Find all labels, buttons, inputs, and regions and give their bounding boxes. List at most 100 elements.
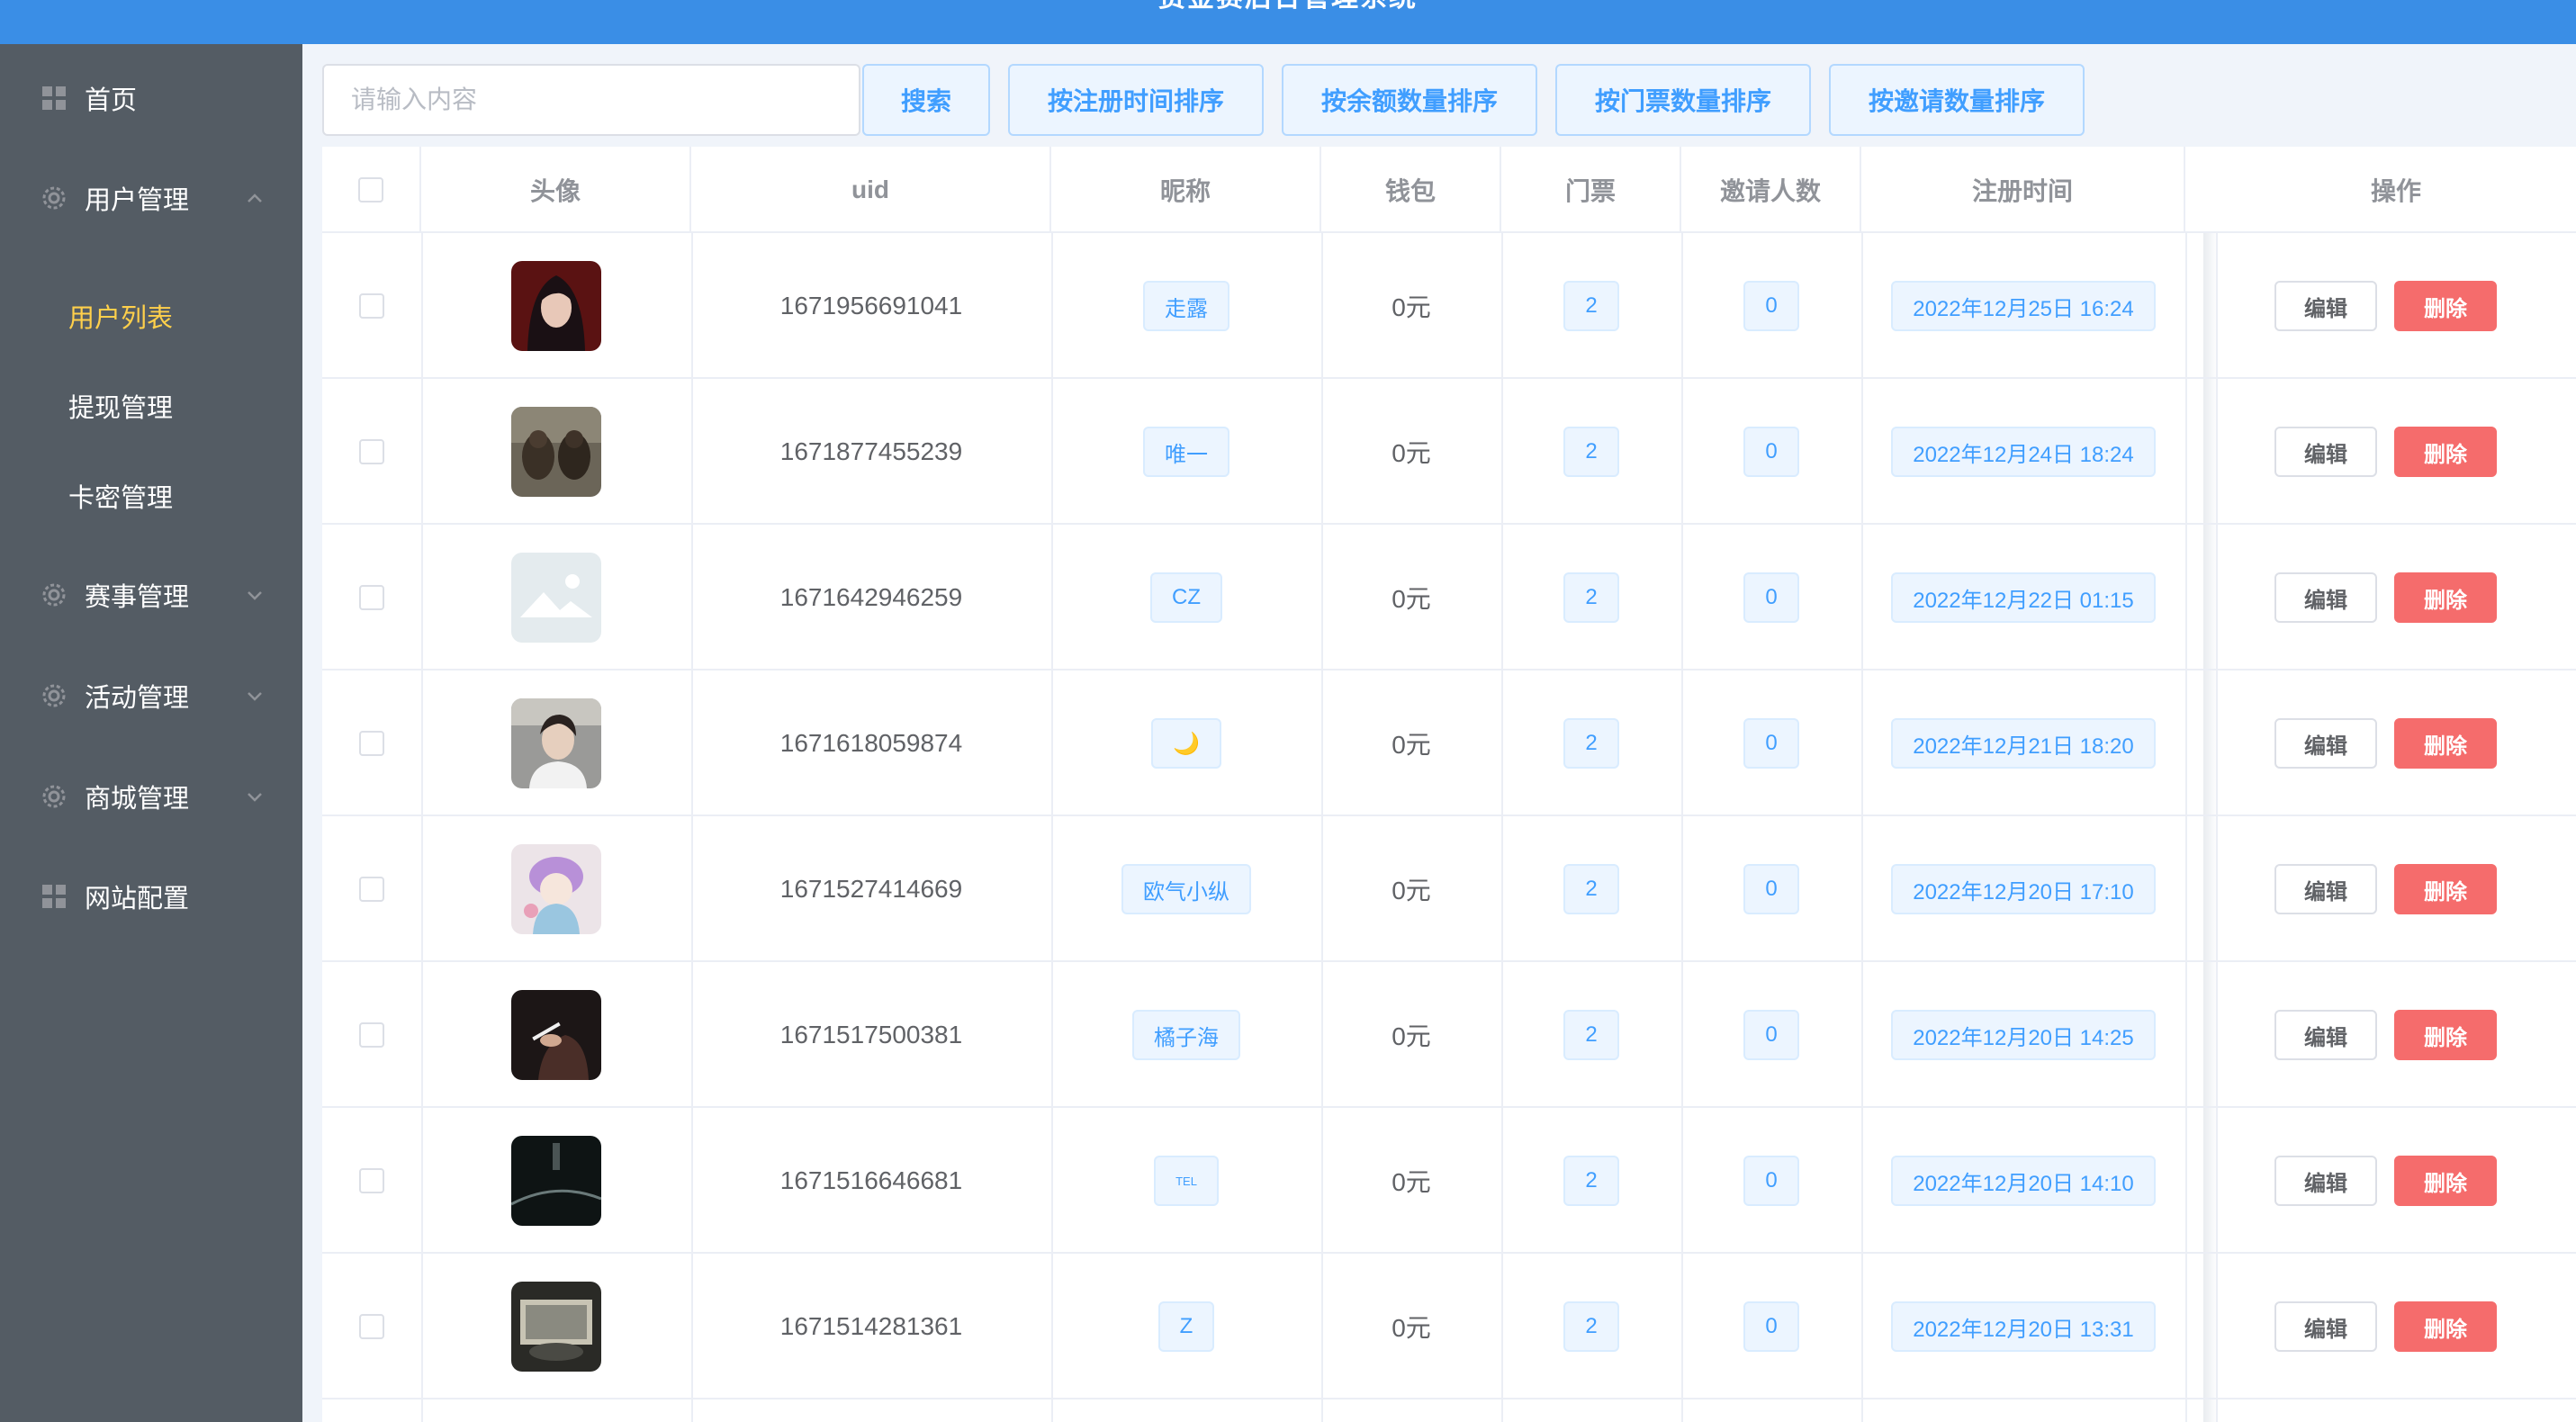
invites-tag: 0: [1743, 427, 1799, 477]
nickname-cell: Z: [1051, 1254, 1321, 1400]
nickname-tag: 橘子海: [1132, 1010, 1240, 1060]
avatar-cell: [421, 1108, 691, 1254]
nickname-tag: CZ: [1150, 572, 1222, 623]
invites-tag: 0: [1743, 572, 1799, 623]
sidebar-item-site-config[interactable]: 网站配置: [0, 851, 302, 941]
tickets-tag: 2: [1563, 427, 1619, 477]
reg-time-tag: 2022年12月20日 13:31: [1891, 1301, 2156, 1352]
tickets-cell: 2: [1501, 233, 1681, 379]
gear-icon: [42, 785, 66, 808]
gear-icon: [42, 583, 66, 607]
search-input[interactable]: [322, 64, 860, 136]
wallet-cell: 0元: [1392, 877, 1431, 904]
uid-cell: 1671618059874: [779, 729, 963, 757]
avatar: [511, 407, 601, 497]
sidebar-subitem-label: 用户列表: [68, 304, 174, 333]
edit-button[interactable]: 编辑: [2274, 281, 2377, 331]
chevron-down-icon: [248, 793, 262, 802]
sort-by-reg-time-button[interactable]: 按注册时间排序: [1008, 64, 1264, 136]
delete-button[interactable]: 删除: [2394, 572, 2497, 623]
row-checkbox[interactable]: [359, 1168, 384, 1193]
row-checkbox[interactable]: [359, 1022, 384, 1048]
sidebar-subitem-user-list[interactable]: 用户列表: [0, 271, 302, 361]
delete-button[interactable]: 删除: [2394, 281, 2497, 331]
reg-time-cell: 2022年12月20日 14:25: [1861, 962, 2185, 1108]
select-all-checkbox[interactable]: [358, 177, 383, 202]
top-header: 赏金赛后台管理系统: [0, 0, 2576, 44]
sidebar-subitem-label: 提现管理: [68, 394, 174, 423]
reg-time-cell: 2022年12月22日 01:15: [1861, 525, 2185, 670]
delete-button[interactable]: 删除: [2394, 864, 2497, 914]
edit-button[interactable]: 编辑: [2274, 1301, 2377, 1352]
delete-button[interactable]: 删除: [2394, 1010, 2497, 1060]
sort-by-balance-button[interactable]: 按余额数量排序: [1282, 64, 1537, 136]
invites-tag: 0: [1743, 864, 1799, 914]
delete-button[interactable]: 删除: [2394, 1301, 2497, 1352]
invites-cell: 0: [1681, 379, 1861, 525]
edit-button[interactable]: 编辑: [2274, 1010, 2377, 1060]
sidebar-subitem-withdraw[interactable]: 提现管理: [0, 361, 302, 451]
sidebar-item-home[interactable]: 首页: [0, 53, 302, 143]
sidebar-item-label: 商城管理: [85, 785, 190, 814]
edit-button[interactable]: 编辑: [2274, 572, 2377, 623]
reg-time-tag: 2022年12月20日 14:25: [1891, 1010, 2156, 1060]
reg-time-cell: 2022年12月20日 13:31: [1861, 1254, 2185, 1400]
uid-cell: 1671517500381: [779, 1021, 963, 1048]
invites-cell: 0: [1681, 233, 1861, 379]
wallet-cell: 0元: [1392, 1168, 1431, 1196]
sidebar-item-activities[interactable]: 活动管理: [0, 651, 302, 741]
sidebar-subitem-card-codes[interactable]: 卡密管理: [0, 451, 302, 541]
sidebar-item-label: 赛事管理: [85, 583, 190, 612]
sidebar-item-mall[interactable]: 商城管理: [0, 752, 302, 842]
tickets-cell: 2: [1501, 962, 1681, 1108]
row-checkbox[interactable]: [359, 731, 384, 756]
nickname-cell: 唯一: [1051, 379, 1321, 525]
chevron-down-icon: [248, 591, 262, 600]
delete-button[interactable]: 删除: [2394, 427, 2497, 477]
avatar-cell: [421, 379, 691, 525]
avatar: [511, 844, 601, 934]
row-select: [322, 525, 421, 670]
row-select: [322, 962, 421, 1108]
sidebar-item-label: 活动管理: [85, 684, 190, 713]
chevron-up-icon: [248, 194, 262, 202]
sort-by-tickets-button[interactable]: 按门票数量排序: [1555, 64, 1811, 136]
row-checkbox[interactable]: [359, 439, 384, 464]
edit-button[interactable]: 编辑: [2274, 427, 2377, 477]
sidebar-item-label: 首页: [85, 86, 138, 115]
tickets-cell: 2: [1501, 816, 1681, 962]
avatar-cell: [421, 233, 691, 379]
sidebar-item-events[interactable]: 赛事管理: [0, 550, 302, 640]
uid-cell: 1671527414669: [779, 875, 963, 903]
table-row: 1671877455239 唯一 0元 2 0 2022年12月24日 18:2…: [322, 379, 2576, 525]
search-button[interactable]: 搜索: [862, 64, 990, 136]
row-checkbox[interactable]: [359, 293, 384, 319]
avatar: [511, 1282, 601, 1372]
delete-button[interactable]: 删除: [2394, 718, 2497, 769]
sidebar-subitem-label: 卡密管理: [68, 484, 174, 513]
nickname-tag: TEL: [1154, 1156, 1219, 1206]
row-select: [322, 1108, 421, 1254]
row-select: [322, 816, 421, 962]
sidebar-item-user-management[interactable]: 用户管理: [0, 153, 302, 243]
edit-button[interactable]: 编辑: [2274, 864, 2377, 914]
avatar: [511, 698, 601, 788]
gear-icon: [42, 186, 66, 210]
avatar: [511, 1136, 601, 1226]
delete-button[interactable]: 删除: [2394, 1156, 2497, 1206]
reg-time-tag: 2022年12月25日 16:24: [1891, 281, 2156, 331]
reg-time-cell: 2022年12月24日 18:24: [1861, 379, 2185, 525]
avatar: [511, 990, 601, 1080]
row-checkbox[interactable]: [359, 585, 384, 610]
uid-cell: 1671514281361: [779, 1312, 963, 1340]
edit-button[interactable]: 编辑: [2274, 1156, 2377, 1206]
wallet-cell: 0元: [1392, 1022, 1431, 1050]
avatar: [511, 261, 601, 351]
sort-by-invites-button[interactable]: 按邀请数量排序: [1829, 64, 2085, 136]
reg-time-cell: 2022年12月20日 14:10: [1861, 1108, 2185, 1254]
row-checkbox[interactable]: [359, 877, 384, 902]
invites-tag: 0: [1743, 281, 1799, 331]
row-checkbox[interactable]: [359, 1314, 384, 1339]
edit-button[interactable]: 编辑: [2274, 718, 2377, 769]
gear-icon: [42, 684, 66, 707]
